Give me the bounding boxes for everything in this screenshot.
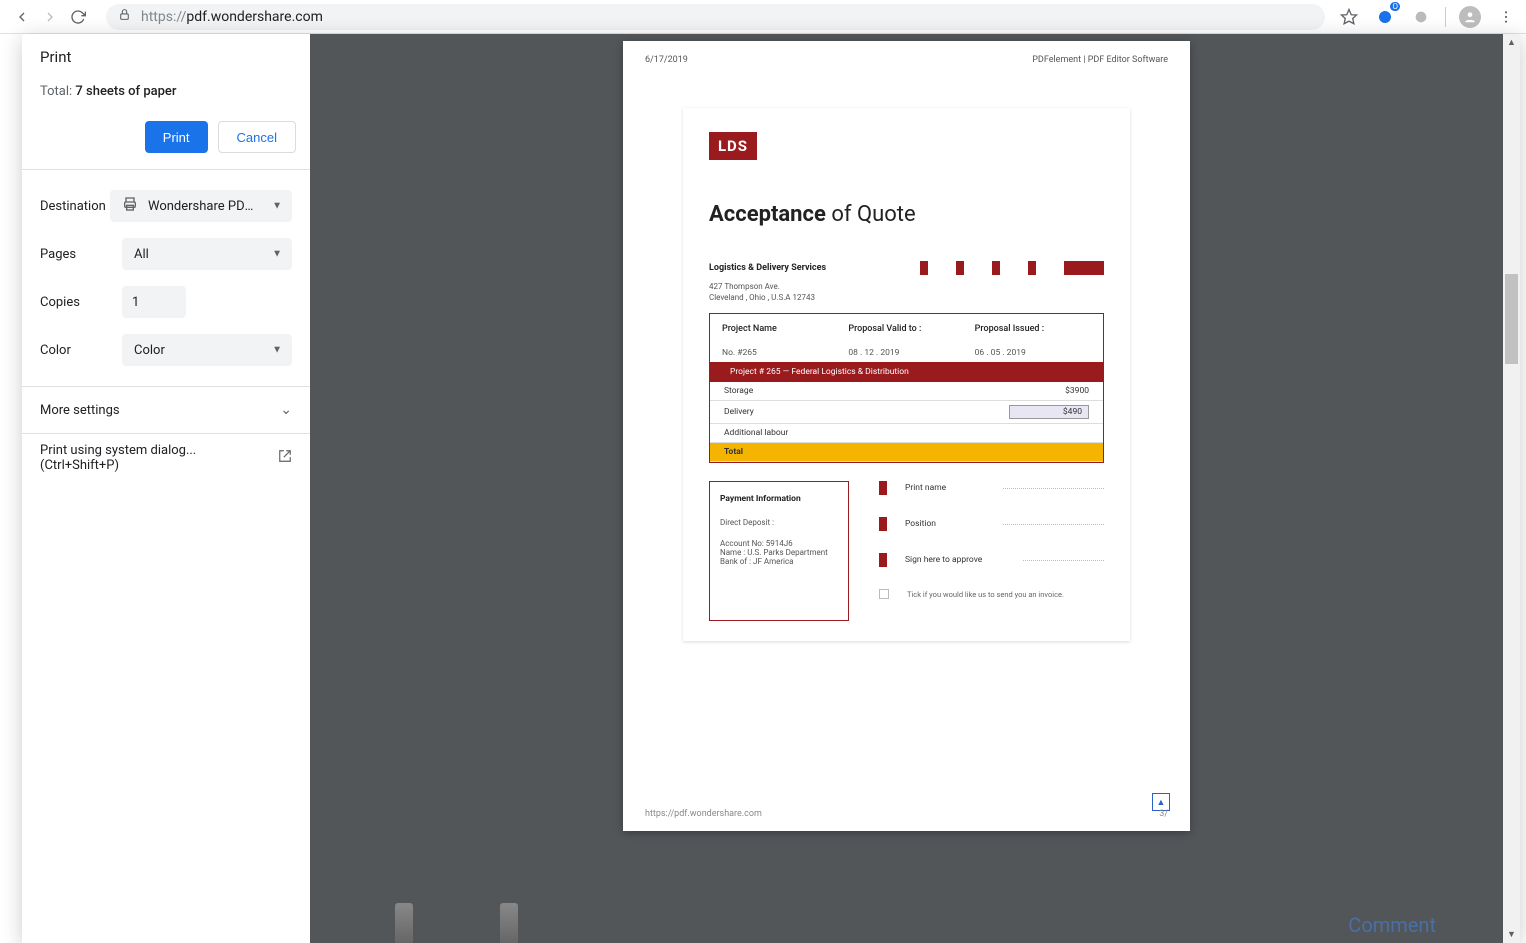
page-header-title: PDFelement | PDF Editor Software — [1032, 55, 1168, 63]
url-text: https://pdf.wondershare.com — [141, 9, 323, 25]
decorative-dashes — [920, 261, 1104, 275]
reload-button[interactable] — [64, 3, 92, 31]
signature-line — [1023, 560, 1104, 561]
pages-value: All — [134, 247, 149, 262]
preview-scroll[interactable]: 6/17/2019 PDFelement | PDF Editor Softwa… — [310, 34, 1503, 943]
print-name-label: Print name — [905, 483, 985, 493]
lock-icon — [118, 8, 131, 25]
company-address: 427 Thompson Ave. Cleveland , Ohio , U.S… — [709, 281, 1104, 303]
copies-label: Copies — [40, 295, 122, 310]
background-comment-text: Comment — [1348, 913, 1436, 937]
print-button[interactable]: Print — [145, 121, 208, 153]
copies-input[interactable]: 1 — [122, 286, 186, 318]
issued-header: Proposal Issued : — [975, 324, 1091, 334]
background-object — [395, 903, 413, 943]
field-marker-icon — [879, 517, 887, 531]
system-dialog-link[interactable]: Print using system dialog... (Ctrl+Shift… — [22, 434, 310, 482]
print-dialog: Print Total: 7 sheets of paper Print Can… — [22, 34, 1520, 943]
valid-value: 08 . 12 . 2019 — [848, 348, 964, 358]
printer-icon — [122, 196, 138, 216]
profile-avatar[interactable] — [1458, 5, 1482, 29]
print-title: Print — [40, 48, 292, 66]
table-total-row: Total — [710, 443, 1103, 462]
page-header-date: 6/17/2019 — [645, 55, 688, 63]
bookmark-star-icon[interactable] — [1337, 5, 1361, 29]
issued-value: 06 . 05 . 2019 — [975, 348, 1091, 358]
color-label: Color — [40, 343, 122, 358]
scroll-thumb[interactable] — [1505, 274, 1518, 364]
system-dialog-label: Print using system dialog... (Ctrl+Shift… — [40, 443, 278, 473]
preview-page-1: 6/17/2019 PDFelement | PDF Editor Softwa… — [623, 41, 1190, 831]
back-button[interactable] — [8, 3, 36, 31]
field-marker-icon — [879, 481, 887, 495]
background-object — [500, 903, 518, 943]
scroll-down-arrow[interactable]: ▼ — [1503, 926, 1520, 943]
print-preview-area: 6/17/2019 PDFelement | PDF Editor Softwa… — [310, 34, 1520, 943]
extension-icon-1[interactable]: O — [1373, 5, 1397, 29]
chevron-down-icon: ⌄ — [280, 402, 292, 418]
forward-button[interactable] — [36, 3, 64, 31]
invoice-note: Tick if you would like us to send you an… — [907, 590, 1064, 599]
separator — [1445, 7, 1446, 27]
table-row: Storage $3900 — [710, 382, 1103, 401]
destination-select[interactable]: Wondershare PDFel ▼ — [110, 190, 292, 222]
scroll-up-arrow[interactable]: ▲ — [1503, 34, 1520, 51]
more-settings-toggle[interactable]: More settings ⌄ — [22, 386, 310, 434]
valid-header: Proposal Valid to : — [848, 324, 964, 334]
company-logo: LDS — [709, 132, 757, 160]
quote-table: Storage $3900 Delivery $490 Additional l… — [710, 382, 1103, 462]
chevron-down-icon: ▼ — [272, 249, 282, 260]
more-settings-label: More settings — [40, 403, 120, 418]
cancel-button[interactable]: Cancel — [218, 121, 296, 153]
address-bar[interactable]: https://pdf.wondershare.com — [106, 4, 1325, 30]
quote-table-header: Project # 265 — Federal Logistics & Dist… — [710, 362, 1103, 382]
pages-label: Pages — [40, 247, 122, 262]
chevron-down-icon: ▼ — [272, 345, 282, 356]
destination-value: Wondershare PDFel — [148, 199, 258, 214]
print-total: Total: 7 sheets of paper — [40, 84, 292, 99]
chevron-down-icon: ▼ — [272, 201, 282, 212]
checkbox-icon — [879, 589, 889, 599]
sign-label: Sign here to approve — [905, 555, 1005, 565]
kebab-menu-icon[interactable] — [1494, 5, 1518, 29]
position-label: Position — [905, 519, 985, 529]
project-name-header: Project Name — [722, 324, 838, 334]
page-footer-url: https://pdf.wondershare.com — [645, 809, 762, 819]
color-value: Color — [134, 343, 165, 358]
browser-toolbar: https://pdf.wondershare.com O — [0, 0, 1526, 34]
extension-icon-2[interactable] — [1409, 5, 1433, 29]
destination-label: Destination — [40, 199, 110, 214]
signature-line — [1003, 524, 1104, 525]
project-name-value: No. #265 — [722, 348, 838, 358]
page-footer-number: 3/ — [1159, 809, 1168, 819]
signature-line — [1003, 488, 1104, 489]
table-row: Delivery $490 — [710, 401, 1103, 424]
preview-scrollbar[interactable]: ▲ ▼ — [1503, 34, 1520, 943]
table-row: Additional labour — [710, 424, 1103, 443]
field-marker-icon — [879, 553, 887, 567]
color-select[interactable]: Color ▼ — [122, 334, 292, 366]
extension-badge: O — [1390, 2, 1400, 11]
copies-value: 1 — [132, 295, 139, 310]
company-name: Logistics & Delivery Services — [709, 263, 826, 273]
external-link-icon — [278, 449, 292, 467]
print-sidebar: Print Total: 7 sheets of paper Print Can… — [22, 34, 310, 943]
payment-info-box: Payment Information Direct Deposit : Acc… — [709, 481, 849, 621]
document-title: Acceptance of Quote — [709, 202, 1104, 227]
pages-select[interactable]: All ▼ — [122, 238, 292, 270]
